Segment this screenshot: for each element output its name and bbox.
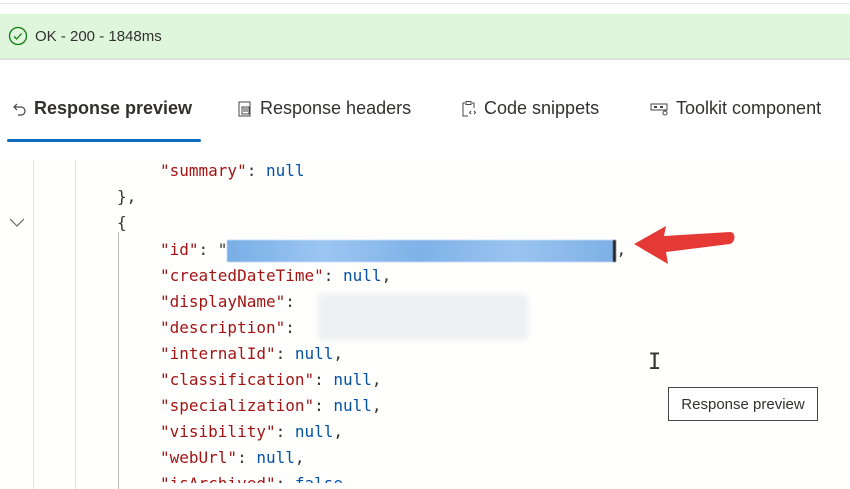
clipboard-code-icon [462, 100, 477, 116]
tab-bar: Response preview Response headers Code s… [0, 90, 850, 140]
code-line: "description": [160, 318, 305, 337]
active-tab-indicator [7, 139, 201, 142]
code-line: { [117, 213, 127, 232]
tab-label: Response headers [260, 98, 412, 118]
code-line: "isArchived": false [160, 471, 343, 483]
indent-guide [75, 160, 76, 489]
tooltip: Response preview [668, 387, 818, 421]
chevron-down-icon[interactable] [8, 217, 26, 229]
code-line: "summary": null [160, 161, 305, 180]
tab-label: Toolkit component [676, 98, 822, 118]
indent-guide [33, 160, 34, 489]
redacted-values [318, 294, 528, 340]
tab-toolkit-component[interactable]: Toolkit component [650, 98, 821, 119]
redacted-id [227, 239, 617, 262]
red-arrow-annotation [634, 226, 735, 264]
tab-response-headers[interactable]: Response headers [236, 98, 411, 119]
code-line-id: "id": ", [160, 237, 626, 263]
status-text: OK - 200 - 1848ms [35, 27, 162, 45]
code-line: "specialization": null, [160, 396, 382, 415]
undo-arrow-icon [13, 103, 26, 116]
code-line: }, [117, 187, 137, 206]
tab-response-preview[interactable]: Response preview [12, 98, 192, 119]
indent-guide [118, 232, 119, 489]
check-circle-icon [8, 26, 28, 46]
component-icon [650, 103, 668, 115]
code-line: "internalId": null, [160, 344, 344, 363]
tab-label: Code snippets [484, 98, 600, 118]
code-line: "webUrl": null, [160, 448, 305, 467]
code-line: "visibility": null, [160, 422, 344, 441]
tab-code-snippets[interactable]: Code snippets [460, 98, 599, 119]
top-divider [0, 3, 850, 4]
document-icon [238, 101, 251, 116]
text-cursor-icon: I [648, 350, 662, 375]
code-line: "displayName": [160, 292, 305, 311]
tab-label: Response preview [34, 98, 193, 118]
code-line: "classification": null, [160, 370, 382, 389]
code-line: "createdDateTime": null, [160, 266, 392, 285]
status-bar: OK - 200 - 1848ms [0, 14, 850, 60]
